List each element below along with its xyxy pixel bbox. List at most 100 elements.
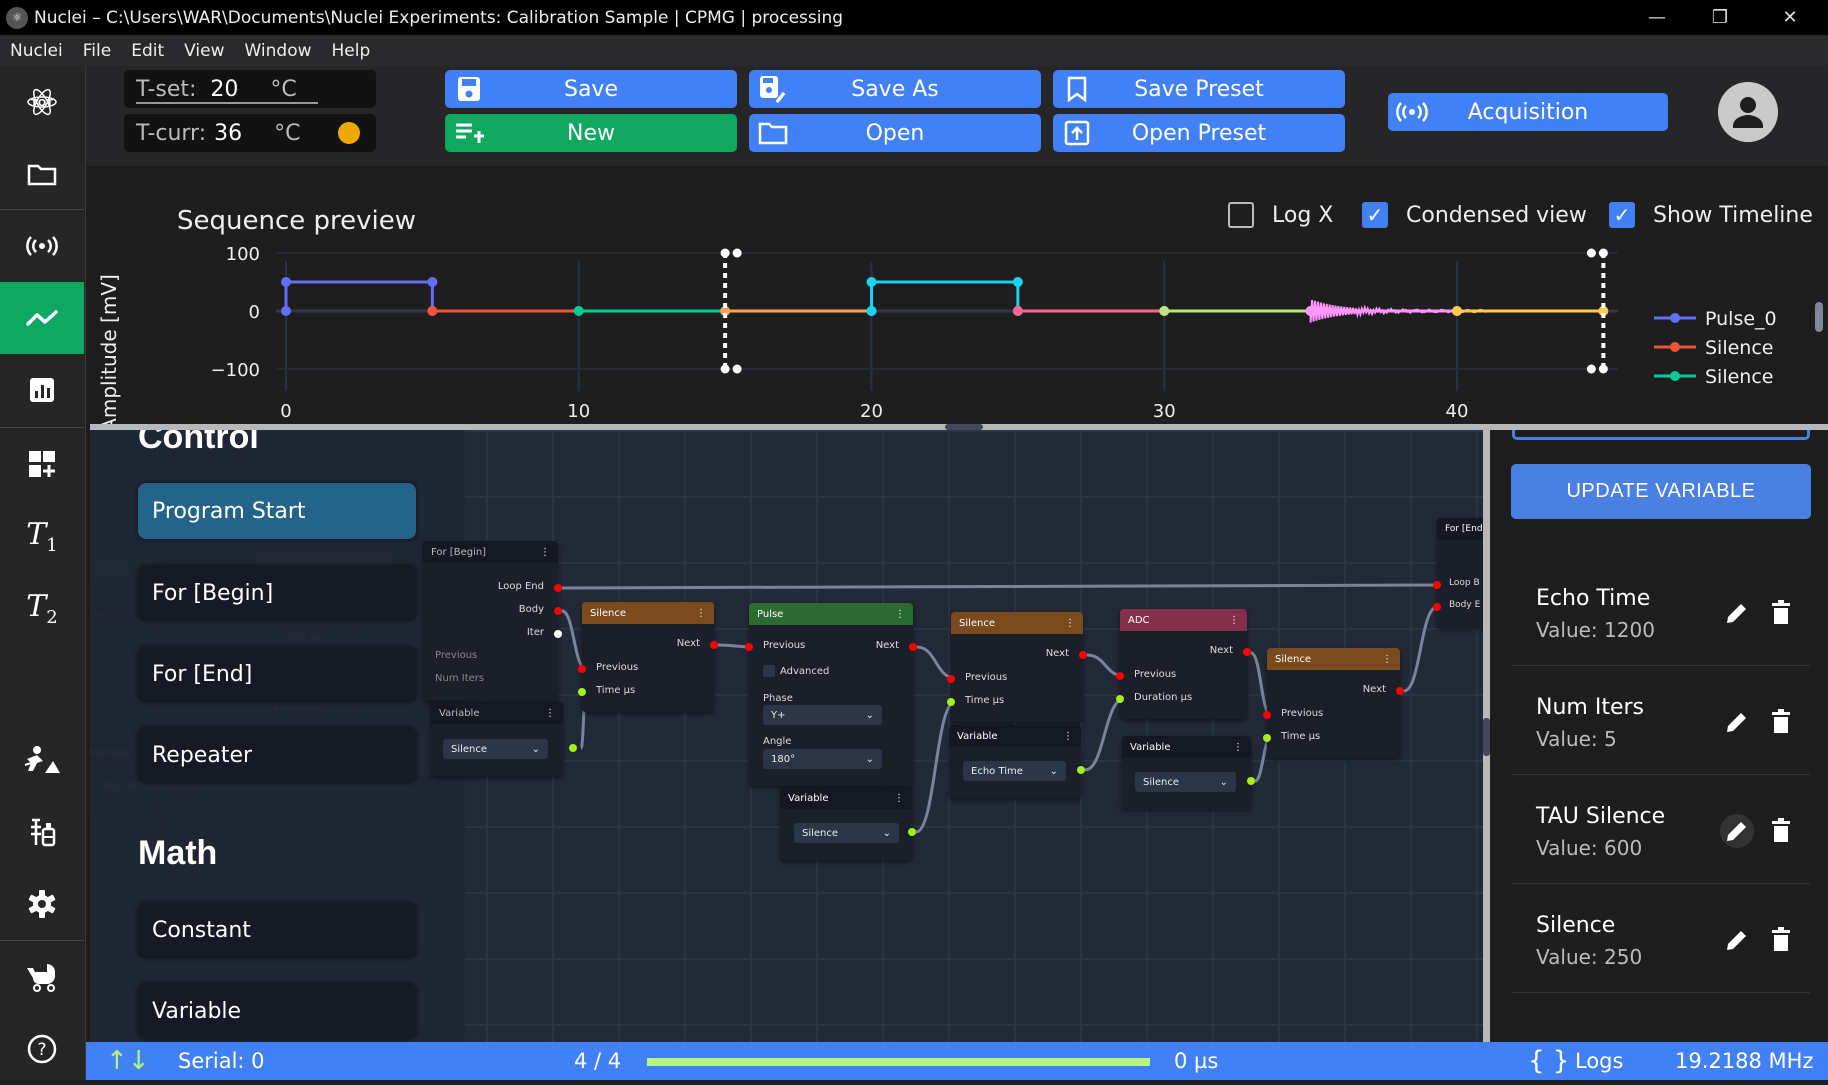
node-variable[interactable]: Variable ⋮ Echo Time ⌄ [949, 725, 1085, 798]
node-menu-icon[interactable]: ⋮ [696, 608, 706, 619]
sidebar-item-settings[interactable] [0, 868, 84, 940]
sidebar-item-stroller[interactable] [0, 941, 84, 1013]
menu-edit[interactable]: Edit [131, 41, 164, 61]
port-previous[interactable] [1116, 672, 1124, 680]
sidebar-item-widgets[interactable] [0, 428, 84, 500]
sidebar-item-lab[interactable] [0, 796, 84, 868]
sidebar-item-files[interactable] [0, 138, 84, 210]
node-menu-icon[interactable]: ⋮ [1382, 654, 1392, 665]
port-body[interactable] [554, 607, 562, 615]
save-as-button[interactable]: Save As [749, 70, 1041, 108]
node-silence[interactable]: Silence ⋮ Next Previous Time µs [1263, 648, 1404, 758]
delete-button[interactable] [1766, 923, 1796, 957]
update-variable-button[interactable]: UPDATE VARIABLE [1511, 464, 1811, 519]
vertical-splitter[interactable] [1483, 430, 1490, 1042]
port-iter[interactable] [554, 630, 562, 638]
port-time[interactable] [947, 698, 955, 706]
variable-item[interactable]: Echo Time Value: 1200 [1512, 558, 1810, 666]
palette-item-for-begin[interactable]: For [Begin] [138, 565, 416, 621]
port-value[interactable] [908, 828, 916, 836]
open-preset-button[interactable]: Open Preset [1053, 114, 1345, 152]
node-menu-icon[interactable]: ⋮ [540, 547, 550, 558]
palette-item-variable[interactable]: Variable [138, 983, 416, 1039]
node-pulse[interactable]: Pulse ⋮ Previous Next Advanced Phase Y+ ⌄ … [745, 603, 917, 786]
sidebar-item-acquisition[interactable] [0, 210, 84, 282]
port-next[interactable] [710, 641, 718, 649]
port-next[interactable] [1079, 651, 1087, 659]
node-silence[interactable]: Silence ⋮ Next Previous Time µs [578, 602, 718, 712]
sidebar-item-t1[interactable]: T1 [0, 500, 84, 572]
port-time[interactable] [578, 688, 586, 696]
splitter-grip[interactable] [1483, 718, 1490, 756]
node-menu-icon[interactable]: ⋮ [1063, 731, 1073, 742]
sequence-chart[interactable]: 0 10 20 30 40 100 0 −100 Amplitude [mV] Pulse_0 Si… [90, 166, 1828, 424]
delete-button[interactable] [1766, 814, 1796, 848]
port-duration[interactable] [1116, 695, 1124, 703]
port-previous[interactable] [745, 643, 753, 651]
palette-item-program-start[interactable]: Program Start [138, 483, 416, 539]
node-menu-icon[interactable]: ⋮ [1229, 615, 1239, 626]
avatar[interactable] [1718, 82, 1778, 142]
save-preset-button[interactable]: Save Preset [1053, 70, 1345, 108]
node-editor-canvas[interactable]: vanced Time µs Num Iters⌄ Variable TAU S… [90, 430, 1483, 1042]
palette-item-for-end[interactable]: For [End] [138, 646, 416, 702]
edit-button[interactable] [1720, 596, 1754, 630]
variable-select[interactable]: Echo Time ⌄ [963, 761, 1066, 781]
node-variable[interactable]: Variable ⋮ Silence ⌄ [780, 787, 916, 860]
edit-button[interactable] [1720, 923, 1754, 957]
port-value[interactable] [569, 744, 577, 752]
edit-button[interactable] [1720, 814, 1754, 848]
node-menu-icon[interactable]: ⋮ [895, 609, 905, 620]
node-menu-icon[interactable]: ⋮ [545, 708, 555, 719]
port-next[interactable] [909, 643, 917, 651]
sidebar-item-construction[interactable] [0, 724, 84, 796]
menu-window[interactable]: Window [244, 41, 311, 61]
node-menu-icon[interactable]: ⋮ [1233, 742, 1243, 753]
variable-item[interactable]: TAU Silence Value: 600 [1512, 776, 1810, 884]
restore-button[interactable]: ❐ [1685, 0, 1755, 35]
close-button[interactable]: ✕ [1755, 0, 1825, 35]
logs-icon[interactable]: { } [1528, 1046, 1569, 1076]
save-button[interactable]: Save [445, 70, 737, 108]
port-body-end[interactable] [1433, 603, 1441, 611]
port-value[interactable] [1077, 766, 1085, 774]
variable-item[interactable]: Silence Value: 250 [1512, 885, 1810, 993]
variable-select[interactable]: Silence ⌄ [794, 823, 899, 843]
node-variable[interactable]: Variable ⋮ Silence ⌄ [431, 702, 577, 776]
variable-select[interactable]: Silence ⌄ [443, 739, 548, 759]
delete-button[interactable] [1766, 705, 1796, 739]
port-loop-begin[interactable] [1433, 581, 1441, 589]
port-previous[interactable] [947, 675, 955, 683]
node-silence[interactable]: Silence ⋮ Next Previous Time µs [947, 612, 1087, 722]
delete-button[interactable] [1766, 596, 1796, 630]
sidebar-item-analysis[interactable] [0, 354, 84, 426]
variable-select[interactable]: Silence ⌄ [1135, 772, 1236, 792]
t-set-value[interactable]: 20 [210, 77, 260, 102]
edit-button[interactable] [1720, 705, 1754, 739]
node-menu-icon[interactable]: ⋮ [1065, 618, 1075, 629]
port-next[interactable] [1396, 687, 1404, 695]
node-menu-icon[interactable]: ⋮ [894, 793, 904, 804]
port-loop-end[interactable] [554, 584, 562, 592]
sidebar-item-home[interactable]: TQT [0, 66, 84, 138]
variable-value-input[interactable] [1512, 430, 1810, 440]
phase-select[interactable]: Y+ ⌄ [763, 705, 882, 725]
legend-scrollbar[interactable] [1815, 302, 1823, 332]
sidebar-item-help[interactable]: ? [0, 1013, 84, 1085]
menu-help[interactable]: Help [332, 41, 371, 61]
node-for-end[interactable]: For [End] Loop B Body E [1433, 518, 1483, 628]
menu-file[interactable]: File [83, 41, 111, 61]
node-for-begin[interactable]: For [Begin] ⋮ Loop End Body Iter Previous… [423, 541, 562, 701]
angle-select[interactable]: 180° ⌄ [763, 749, 882, 769]
port-next[interactable] [1243, 648, 1251, 656]
new-button[interactable]: New [445, 114, 737, 152]
logs-button[interactable]: Logs [1575, 1049, 1623, 1073]
node-variable[interactable]: Variable ⋮ Silence ⌄ [1122, 736, 1255, 809]
sidebar-item-t2[interactable]: T2 [0, 572, 84, 644]
advanced-checkbox[interactable] [763, 665, 775, 677]
sidebar-item-sequence[interactable] [0, 282, 84, 354]
port-previous[interactable] [578, 665, 586, 673]
port-time[interactable] [1263, 734, 1271, 742]
palette-item-repeater[interactable]: Repeater [138, 727, 416, 783]
minimize-button[interactable]: — [1622, 0, 1692, 35]
